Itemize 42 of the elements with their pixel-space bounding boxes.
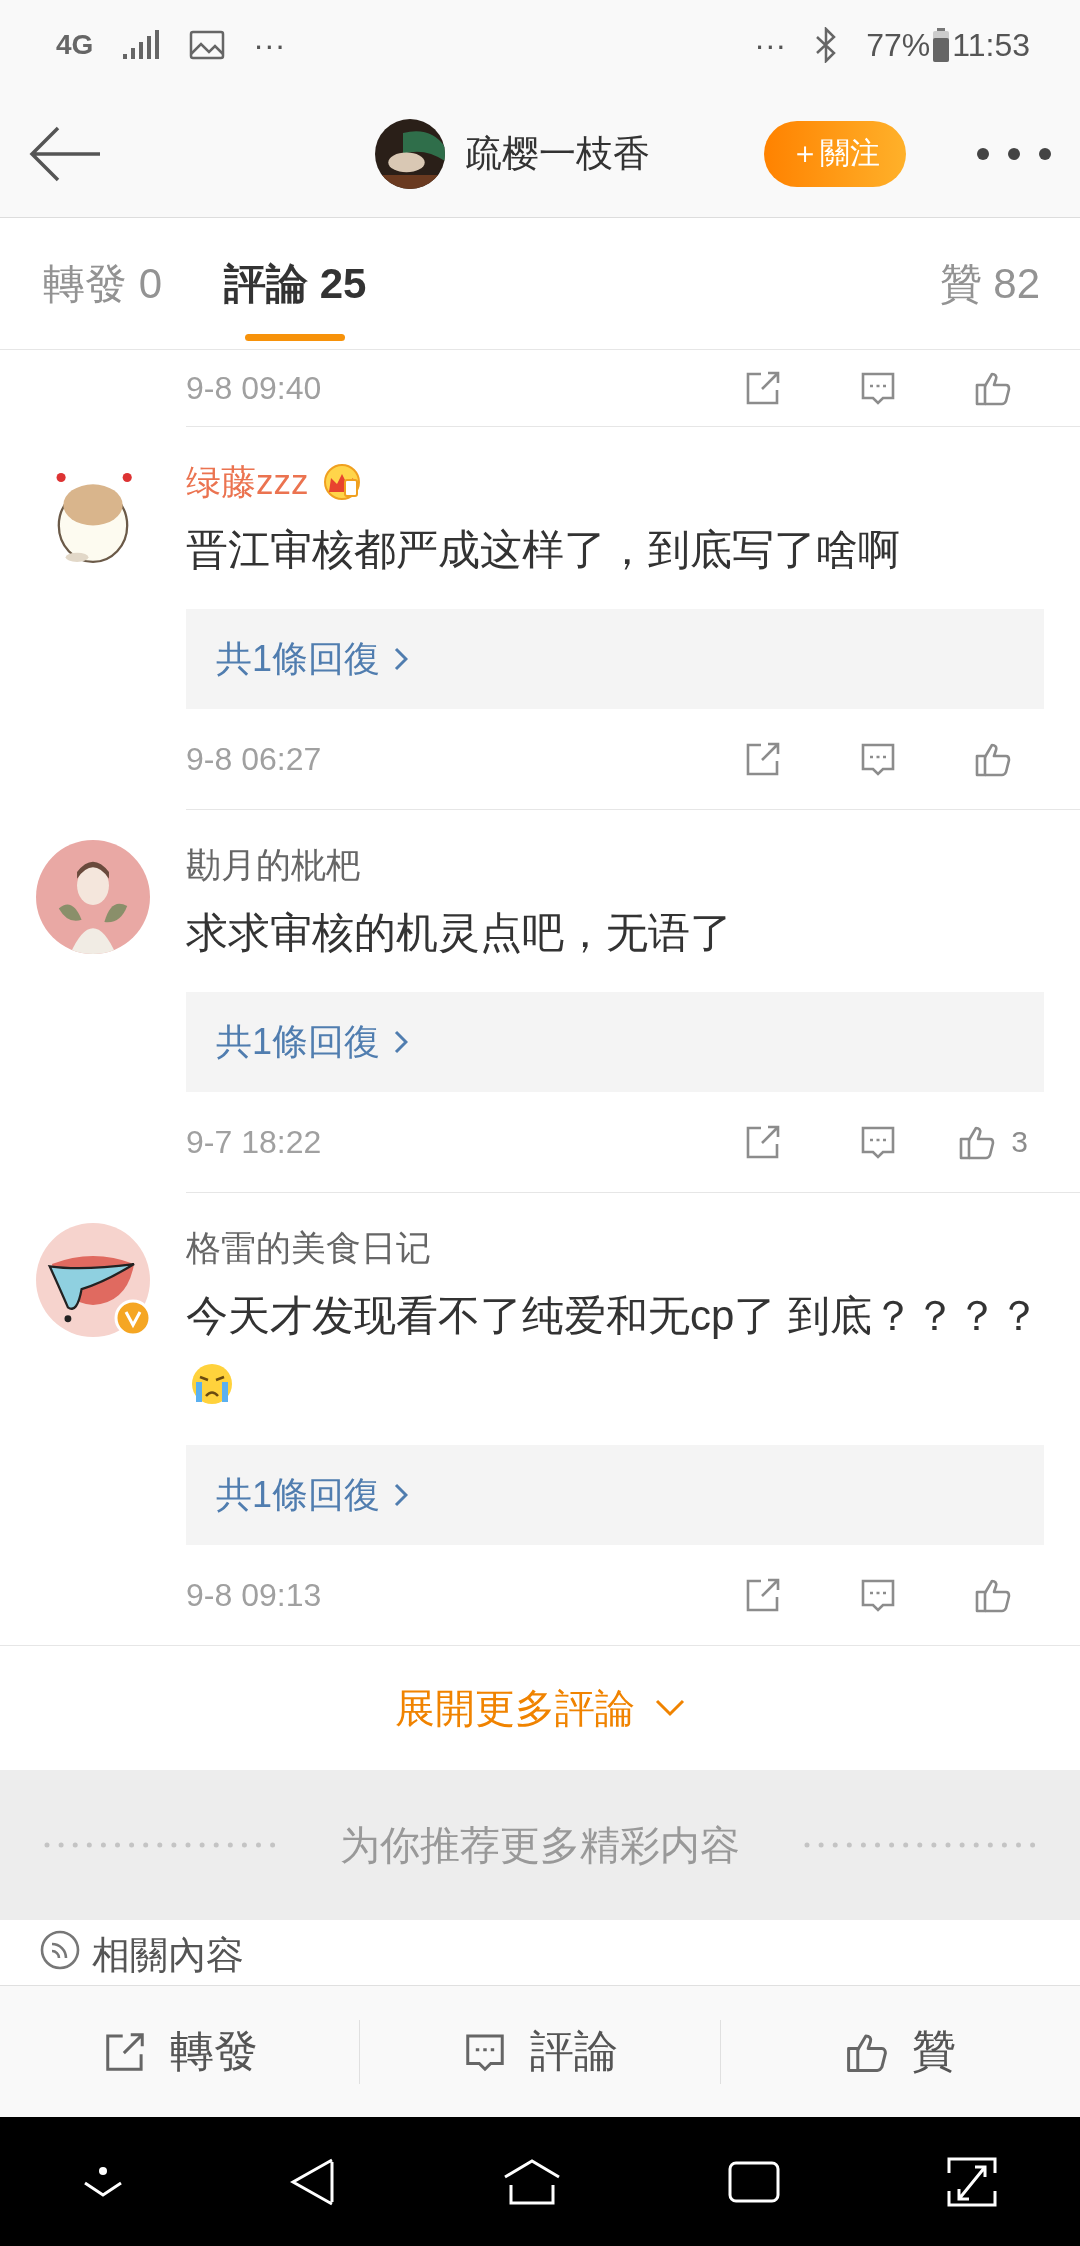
battery-percent: 77% (866, 26, 931, 64)
network-type: 4G (56, 29, 94, 61)
clock: 11:53 (952, 26, 1030, 64)
chevron-right-icon (394, 647, 409, 671)
comment-button[interactable]: 評論 (360, 1986, 720, 2117)
commenter-name[interactable]: 勘月的枇杷 (186, 841, 361, 889)
tab[interactable]: 轉發 0 (43, 218, 163, 349)
replies-link[interactable]: 共1條回復 (186, 609, 1044, 709)
chevron-down-icon[interactable] (83, 2164, 124, 2199)
repost-button[interactable]: 轉發 (0, 1986, 360, 2117)
image-icon (189, 30, 226, 60)
tab[interactable]: 評論 25 (224, 218, 367, 349)
rss-icon (40, 1930, 80, 1970)
timestamp: 9-8 09:40 (186, 369, 323, 407)
back-icon[interactable] (290, 2156, 337, 2207)
recommend-heading: 为你推荐更多精彩内容 (340, 1821, 740, 1869)
replies-link[interactable]: 共1條回復 (186, 992, 1044, 1092)
replies-link[interactable]: 共1條回復 (186, 1445, 1044, 1545)
username[interactable]: 疏樱一枝香 (464, 128, 650, 179)
chevron-down-icon (655, 1699, 685, 1717)
battery-icon (932, 28, 951, 62)
comment-text: 求求审核的机灵点吧，无语了 (186, 909, 732, 956)
commenter-name[interactable]: 绿藤zzz (186, 458, 309, 506)
chevron-right-icon (394, 1030, 409, 1054)
tab[interactable]: 贊 82 (939, 218, 1040, 349)
follow-button[interactable]: ＋關注 (764, 120, 906, 187)
signal-icon (121, 30, 162, 60)
commenter-name[interactable]: 格雷的美食日记 (186, 1224, 431, 1272)
comment-text: 晋江审核都严成这样了，到底写了啥啊 (186, 526, 900, 573)
timestamp: 9-8 09:13 (186, 1576, 323, 1614)
timestamp: 9-7 18:22 (186, 1123, 323, 1161)
chevron-right-icon (394, 1483, 409, 1507)
recent-apps-icon[interactable] (727, 2160, 780, 2203)
timestamp: 9-8 06:27 (186, 740, 323, 778)
like-count: 3 (1011, 1125, 1028, 1159)
comment-text: 今天才发现看不了纯爱和无cp了 到底？？？？ (186, 1292, 1041, 1339)
more-notifications: ··· (253, 26, 286, 64)
more-icon[interactable] (976, 146, 1052, 161)
home-icon[interactable] (503, 2158, 561, 2205)
related-heading: 相關內容 (92, 1933, 244, 1978)
more-notifications: ··· (754, 26, 787, 64)
like-button[interactable]: 贊 (720, 1986, 1080, 2117)
